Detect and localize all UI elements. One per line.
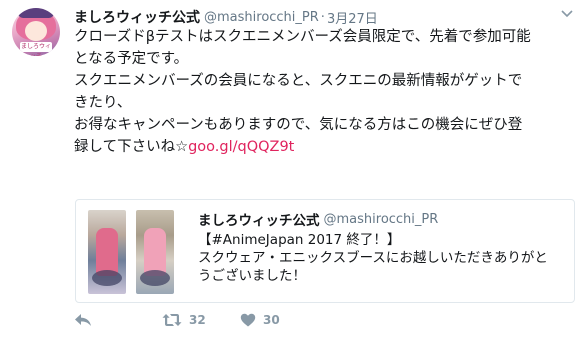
tweet-text-line: お得なキャンペーンもありますので、気になる方はこの機会にぜひ登 [74, 117, 523, 133]
image-figure [140, 270, 170, 286]
quoted-text-line: スクウェア・エニックスブースにお越しいただきありがと [198, 250, 548, 266]
separator-dot: · [320, 9, 325, 25]
quoted-header: ましろウィッチ公式 @mashirocchi_PR [198, 210, 439, 230]
display-name[interactable]: ましろウィッチ公式 [74, 7, 200, 27]
avatar-hat [18, 8, 54, 18]
quoted-text-line: うございました！ [198, 268, 306, 284]
image-figure [144, 228, 166, 276]
quoted-tweet[interactable]: ましろウィッチ公式 @mashirocchi_PR 【#AnimeJapan 2… [75, 199, 575, 303]
avatar-logo: ましろウィッチ [20, 42, 52, 56]
retweet-icon [162, 313, 182, 327]
like-count: 30 [263, 313, 280, 327]
tweet-text-line: 録して下さいね☆ [74, 139, 189, 155]
quoted-text: 【#AnimeJapan 2017 終了！】 スクウェア・エニックスブースにお越… [198, 231, 568, 285]
tweet-text-line: クローズドβテストはスクエニメンバーズ会員限定で、先着で参加可能 [74, 29, 531, 45]
tweet-text-line: スクエニメンバーズの会員になると、スクエニの最新情報がゲットで [74, 73, 523, 89]
reply-button[interactable] [74, 313, 162, 327]
image-figure [96, 228, 118, 276]
quoted-user-handle: @mashirocchi_PR [323, 211, 439, 227]
chevron-down-icon[interactable] [560, 8, 574, 22]
tweet-header: ましろウィッチ公式 @mashirocchi_PR · 3月27日 [74, 7, 378, 27]
tweet-actions: 32 30 [74, 310, 320, 330]
avatar[interactable]: ましろウィッチ [12, 8, 60, 56]
retweet-count: 32 [189, 313, 206, 327]
tweet-text: クローズドβテストはスクエニメンバーズ会員限定で、先着で参加可能 となる予定です… [74, 26, 580, 158]
image-figure [92, 270, 122, 286]
quoted-text-line: 【#AnimeJapan 2017 終了！】 [198, 232, 401, 248]
retweet-button[interactable]: 32 [162, 313, 240, 327]
tweet-link[interactable]: goo.gl/qQQZ9t [188, 139, 294, 155]
quoted-display-name: ましろウィッチ公式 [198, 213, 320, 229]
quoted-image[interactable] [136, 210, 174, 294]
avatar-face [25, 21, 47, 41]
quoted-image[interactable] [88, 210, 126, 294]
tweet-text-line-with-link: 録して下さいね☆goo.gl/qQQZ9t [74, 136, 580, 158]
tweet[interactable]: ましろウィッチ ましろウィッチ公式 @mashirocchi_PR · 3月27… [0, 0, 584, 337]
like-button[interactable]: 30 [240, 313, 320, 327]
heart-icon [240, 313, 256, 327]
reply-icon [74, 313, 92, 327]
tweet-text-line: きたり、 [74, 95, 132, 111]
tweet-date[interactable]: 3月27日 [327, 8, 378, 27]
tweet-text-line: となる予定です。 [74, 51, 189, 67]
user-handle[interactable]: @mashirocchi_PR [204, 10, 319, 25]
